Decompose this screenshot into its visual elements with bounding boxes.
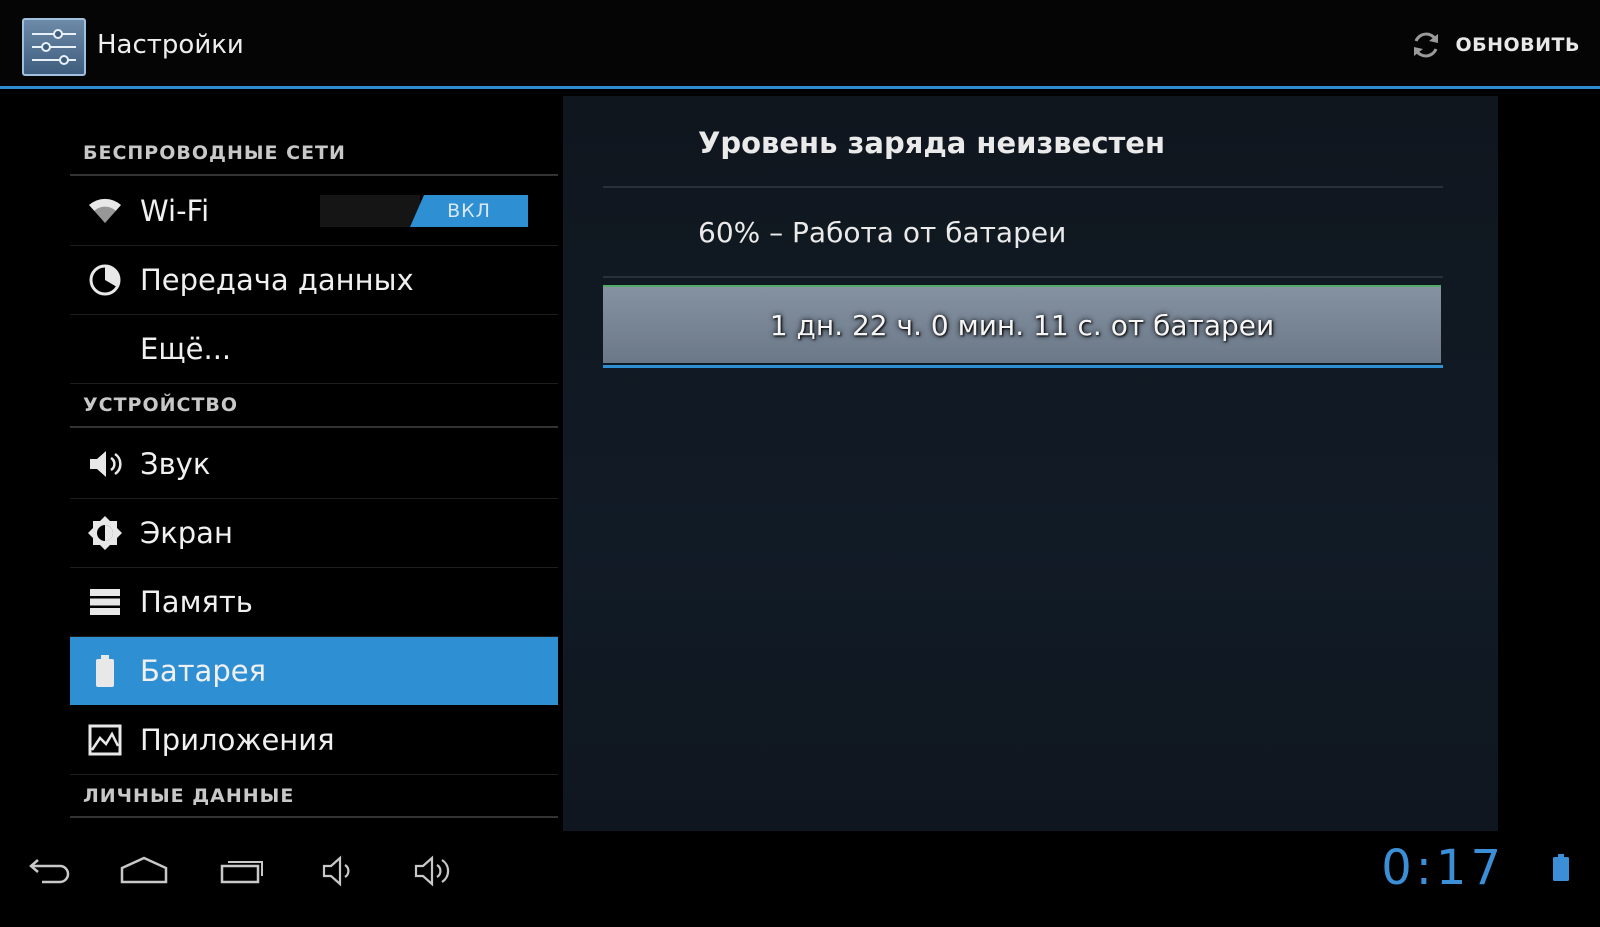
wifi-icon	[70, 197, 140, 225]
volume-up-button[interactable]	[412, 850, 456, 894]
battery-history-graph[interactable]: 1 дн. 22 ч. 0 мин. 11 с. от батареи	[603, 285, 1441, 363]
refresh-icon	[1414, 32, 1439, 58]
battery-icon	[70, 654, 140, 688]
wifi-toggle[interactable]: ВКЛ	[320, 195, 528, 227]
section-header-device: УСТРОЙСТВО	[83, 394, 239, 416]
graph-underline	[603, 365, 1443, 368]
back-button[interactable]	[22, 850, 70, 894]
page-title: Настройки	[97, 30, 244, 60]
apps-icon	[70, 724, 140, 756]
section-header-wireless: БЕСПРОВОДНЫЕ СЕТИ	[83, 142, 346, 164]
sidebar-item-battery[interactable]: Батарея	[70, 637, 558, 705]
volume-down-button[interactable]	[320, 850, 356, 894]
section-divider	[70, 816, 558, 818]
sidebar-item-label: Экран	[140, 516, 233, 550]
section-divider	[70, 426, 558, 428]
home-icon	[120, 856, 168, 884]
toggle-on-label: ВКЛ	[410, 195, 528, 227]
sidebar-item-label: Ещё...	[140, 332, 232, 366]
sliders-icon	[32, 29, 76, 65]
battery-status: Уровень заряда неизвестен	[698, 126, 1166, 160]
sidebar-item-label: Звук	[140, 447, 211, 481]
home-button[interactable]	[118, 850, 170, 894]
recent-apps-icon	[220, 861, 263, 884]
data-usage-icon	[70, 263, 140, 297]
battery-status-icon	[1553, 854, 1569, 881]
toggle-track	[320, 195, 420, 227]
refresh-button[interactable]: ОБНОВИТЬ	[1409, 28, 1580, 62]
battery-level: 60% – Работа от батареи	[698, 216, 1067, 249]
battery-duration: 1 дн. 22 ч. 0 мин. 11 с. от батареи	[769, 308, 1275, 342]
sidebar-item-label: Батарея	[140, 654, 267, 688]
back-icon	[29, 859, 70, 884]
sidebar-item-label: Передача данных	[140, 263, 414, 297]
volume-down-icon	[322, 855, 350, 887]
sidebar-item-label: Память	[140, 585, 253, 619]
sidebar-item-apps[interactable]: Приложения	[70, 706, 558, 775]
sidebar-item-sound[interactable]: Звук	[70, 430, 558, 499]
sidebar-item-storage[interactable]: Память	[70, 568, 558, 637]
sidebar-item-data-usage[interactable]: Передача данных	[70, 246, 558, 315]
sidebar-item-label: Приложения	[140, 723, 335, 757]
section-divider	[70, 174, 558, 176]
status-clock[interactable]: 0:17	[1381, 840, 1505, 896]
action-bar: Настройки ОБНОВИТЬ	[0, 0, 1600, 89]
volume-up-icon	[414, 855, 450, 887]
panel-divider	[603, 276, 1443, 278]
sidebar-item-display[interactable]: Экран	[70, 499, 558, 568]
sidebar-item-more[interactable]: Ещё...	[70, 315, 558, 384]
navigation-bar: 0:17	[0, 832, 1600, 927]
settings-sidebar: БЕСПРОВОДНЫЕ СЕТИ Wi-Fi ВКЛ Передача дан…	[0, 90, 560, 830]
speaker-icon	[70, 447, 140, 481]
sidebar-item-label: Wi-Fi	[140, 194, 210, 228]
recent-apps-button[interactable]	[218, 850, 266, 894]
battery-panel: Уровень заряда неизвестен 60% – Работа о…	[563, 96, 1498, 831]
brightness-icon	[70, 515, 140, 551]
refresh-label: ОБНОВИТЬ	[1455, 34, 1580, 56]
storage-icon	[70, 587, 140, 617]
settings-app-icon[interactable]	[22, 18, 86, 76]
section-header-personal: ЛИЧНЫЕ ДАННЫЕ	[83, 785, 295, 807]
panel-divider	[603, 186, 1443, 188]
